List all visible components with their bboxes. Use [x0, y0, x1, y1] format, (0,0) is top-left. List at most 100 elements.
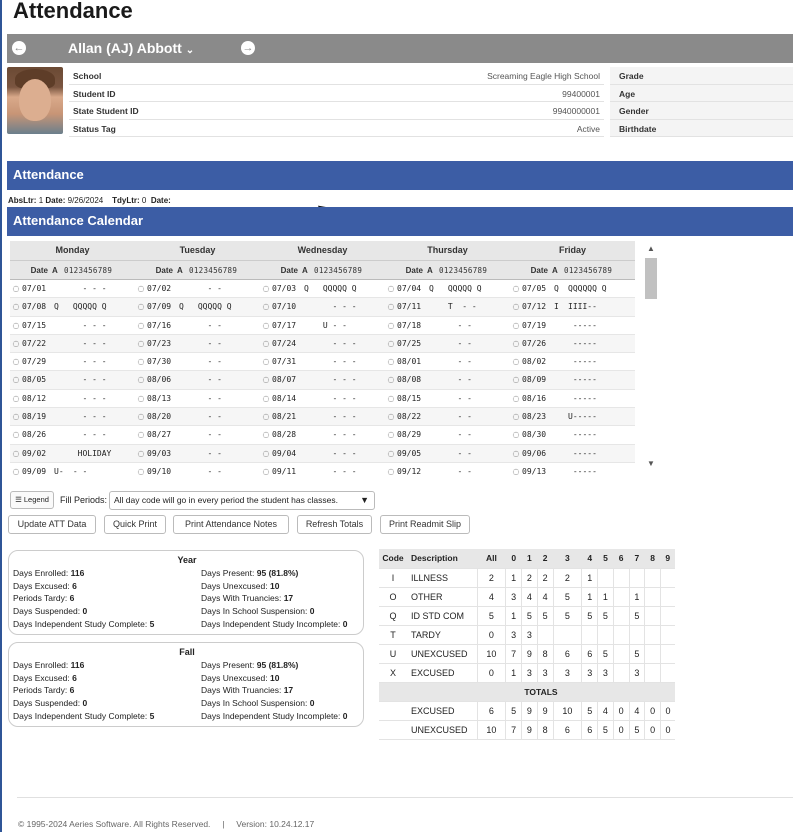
calendar-date[interactable]: 07/30: [147, 353, 179, 370]
quick-print-button[interactable]: Quick Print: [104, 515, 166, 534]
calendar-date[interactable]: 07/10: [272, 298, 304, 315]
calendar-cell[interactable]: ◌ 08/09 -----: [510, 371, 635, 388]
calendar-cell[interactable]: ◌ 07/31 - - -: [260, 353, 385, 370]
comment-icon[interactable]: ◌: [385, 280, 397, 297]
refresh-totals-button[interactable]: Refresh Totals: [297, 515, 372, 534]
calendar-date[interactable]: 07/09: [147, 298, 179, 315]
comment-icon[interactable]: ◌: [385, 298, 397, 315]
calendar-cell[interactable]: ◌ 09/05 - -: [385, 445, 510, 462]
student-name-dropdown[interactable]: Allan (AJ) Abbott ⌄: [68, 40, 194, 56]
comment-icon[interactable]: ◌: [510, 353, 522, 370]
calendar-cell[interactable]: ◌ 08/20 - -: [135, 408, 260, 425]
calendar-date[interactable]: 08/28: [272, 426, 304, 443]
calendar-date[interactable]: 08/29: [397, 426, 429, 443]
calendar-date[interactable]: 08/07: [272, 371, 304, 388]
comment-icon[interactable]: ◌: [510, 371, 522, 388]
calendar-cell[interactable]: ◌ 08/16 -----: [510, 390, 635, 407]
calendar-cell[interactable]: ◌ 07/18 - -: [385, 317, 510, 334]
calendar-date[interactable]: 07/04: [397, 280, 429, 297]
calendar-cell[interactable]: ◌ 08/07 - - -: [260, 371, 385, 388]
calendar-cell[interactable]: ◌ 07/11 T - -: [385, 298, 510, 315]
comment-icon[interactable]: ◌: [135, 408, 147, 425]
calendar-date[interactable]: 08/12: [22, 390, 54, 407]
calendar-cell[interactable]: ◌ 08/22 - -: [385, 408, 510, 425]
calendar-date[interactable]: 08/06: [147, 371, 179, 388]
calendar-date[interactable]: 09/03: [147, 445, 179, 462]
calendar-date[interactable]: 09/13: [522, 463, 554, 475]
calendar-cell[interactable]: ◌ 08/01 - -: [385, 353, 510, 370]
calendar-date[interactable]: 07/12: [522, 298, 554, 315]
calendar-cell[interactable]: ◌ 07/15 - - -: [10, 317, 135, 334]
calendar-cell[interactable]: ◌ 07/08 Q QQQQQ Q: [10, 298, 135, 315]
calendar-scrollbar[interactable]: ▲ ▼: [645, 243, 659, 471]
calendar-date[interactable]: 08/19: [22, 408, 54, 425]
legend-button[interactable]: ☰ Legend: [10, 491, 54, 509]
calendar-cell[interactable]: ◌ 09/04 - - -: [260, 445, 385, 462]
previous-student-icon[interactable]: ←: [12, 41, 26, 55]
calendar-date[interactable]: 07/05: [522, 280, 554, 297]
comment-icon[interactable]: ◌: [10, 280, 22, 297]
calendar-cell[interactable]: ◌ 08/14 - - -: [260, 390, 385, 407]
calendar-date[interactable]: 07/02: [147, 280, 179, 297]
calendar-cell[interactable]: ◌ 08/12 - - -: [10, 390, 135, 407]
comment-icon[interactable]: ◌: [260, 390, 272, 407]
comment-icon[interactable]: ◌: [10, 298, 22, 315]
calendar-cell[interactable]: ◌ 08/30 -----: [510, 426, 635, 443]
comment-icon[interactable]: ◌: [385, 371, 397, 388]
comment-icon[interactable]: ◌: [135, 445, 147, 462]
comment-icon[interactable]: ◌: [10, 463, 22, 475]
calendar-date[interactable]: 08/16: [522, 390, 554, 407]
comment-icon[interactable]: ◌: [510, 463, 522, 475]
calendar-cell[interactable]: ◌ 09/10 - -: [135, 463, 260, 475]
comment-icon[interactable]: ◌: [385, 408, 397, 425]
calendar-date[interactable]: 09/09: [22, 463, 54, 475]
comment-icon[interactable]: ◌: [510, 335, 522, 352]
calendar-date[interactable]: 08/30: [522, 426, 554, 443]
calendar-cell[interactable]: ◌ 09/03 - -: [135, 445, 260, 462]
calendar-date[interactable]: 07/16: [147, 317, 179, 334]
comment-icon[interactable]: ◌: [135, 335, 147, 352]
comment-icon[interactable]: ◌: [260, 426, 272, 443]
comment-icon[interactable]: ◌: [260, 408, 272, 425]
calendar-cell[interactable]: ◌ 08/29 - -: [385, 426, 510, 443]
calendar-cell[interactable]: ◌ 09/09 U- - -: [10, 463, 135, 475]
calendar-date[interactable]: 08/08: [397, 371, 429, 388]
calendar-cell[interactable]: ◌ 07/30 - -: [135, 353, 260, 370]
calendar-date[interactable]: 07/03: [272, 280, 304, 297]
comment-icon[interactable]: ◌: [510, 445, 522, 462]
comment-icon[interactable]: ◌: [510, 280, 522, 297]
next-student-icon[interactable]: →: [241, 41, 255, 55]
calendar-date[interactable]: 07/11: [397, 298, 429, 315]
comment-icon[interactable]: ◌: [510, 408, 522, 425]
calendar-cell[interactable]: ◌ 08/08 - -: [385, 371, 510, 388]
calendar-cell[interactable]: ◌ 08/06 - -: [135, 371, 260, 388]
print-readmit-slip-button[interactable]: Print Readmit Slip: [380, 515, 470, 534]
scroll-down-icon[interactable]: ▼: [647, 459, 655, 468]
scrollbar-thumb[interactable]: [645, 258, 657, 299]
calendar-cell[interactable]: ◌ 07/05 Q QQQQQQ Q: [510, 280, 635, 297]
calendar-cell[interactable]: ◌ 07/26 -----: [510, 335, 635, 352]
calendar-date[interactable]: 07/01: [22, 280, 54, 297]
comment-icon[interactable]: ◌: [135, 371, 147, 388]
calendar-cell[interactable]: ◌ 07/29 - - -: [10, 353, 135, 370]
comment-icon[interactable]: ◌: [10, 426, 22, 443]
calendar-cell[interactable]: ◌ 07/09 Q QQQQQ Q: [135, 298, 260, 315]
calendar-cell[interactable]: ◌ 07/16 - -: [135, 317, 260, 334]
calendar-cell[interactable]: ◌ 09/11 - - -: [260, 463, 385, 475]
calendar-date[interactable]: 09/10: [147, 463, 179, 475]
print-attendance-notes-button[interactable]: Print Attendance Notes: [173, 515, 289, 534]
calendar-cell[interactable]: ◌ 09/06 -----: [510, 445, 635, 462]
comment-icon[interactable]: ◌: [135, 463, 147, 475]
comment-icon[interactable]: ◌: [385, 445, 397, 462]
calendar-cell[interactable]: ◌ 08/26 - - -: [10, 426, 135, 443]
calendar-date[interactable]: 09/05: [397, 445, 429, 462]
calendar-date[interactable]: 08/23: [522, 408, 554, 425]
calendar-date[interactable]: 07/08: [22, 298, 54, 315]
calendar-date[interactable]: 07/19: [522, 317, 554, 334]
comment-icon[interactable]: ◌: [135, 280, 147, 297]
calendar-date[interactable]: 07/18: [397, 317, 429, 334]
calendar-cell[interactable]: ◌ 07/22 - - -: [10, 335, 135, 352]
calendar-date[interactable]: 07/17: [272, 317, 304, 334]
calendar-cell[interactable]: ◌ 07/25 - -: [385, 335, 510, 352]
scroll-up-icon[interactable]: ▲: [647, 244, 655, 253]
